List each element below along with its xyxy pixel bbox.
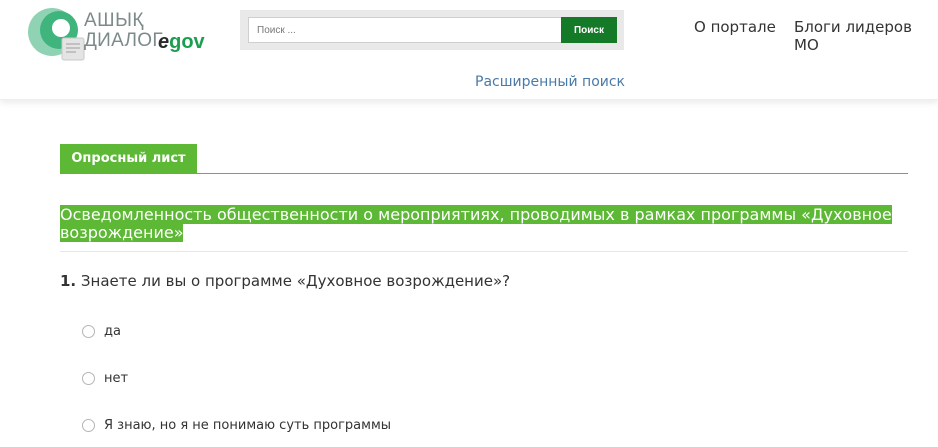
egov-logo: egov — [158, 31, 205, 54]
radio-button[interactable] — [82, 419, 95, 432]
question-number: 1. — [60, 272, 77, 290]
tab-underline — [60, 173, 908, 174]
answer-option-yes[interactable]: да — [82, 324, 121, 339]
egov-logo-e: e — [158, 31, 170, 53]
logo-text-line2: ДИАЛОГ — [84, 30, 163, 51]
tab-survey-sheet[interactable]: Опросный лист — [60, 144, 197, 174]
site-logo[interactable]: АШЫҚ ДИАЛОГ egov — [28, 4, 218, 62]
search-input[interactable] — [248, 17, 562, 43]
search-box: Поиск — [240, 10, 624, 50]
nav-item-about[interactable]: О портале — [694, 18, 776, 36]
answer-option-label: да — [104, 324, 121, 339]
search-button[interactable]: Поиск — [561, 17, 617, 43]
site-header: АШЫҚ ДИАЛОГ egov Поиск О портале Блоги л… — [0, 0, 938, 100]
question-1: 1. Знаете ли вы о программе «Духовное во… — [60, 272, 510, 290]
radio-button[interactable] — [82, 372, 95, 385]
title-divider — [60, 251, 908, 252]
advanced-search-link[interactable]: Расширенный поиск — [475, 74, 625, 90]
answer-option-know-but-unclear[interactable]: Я знаю, но я не понимаю суть программы — [82, 418, 391, 433]
answer-option-no[interactable]: нет — [82, 371, 128, 386]
question-text: Знаете ли вы о программе «Духовное возро… — [80, 272, 511, 290]
survey-title: Осведомленность общественности о меропри… — [60, 205, 910, 242]
logo-text-line1: АШЫҚ — [84, 10, 144, 31]
nav-item-blogs[interactable]: Блоги лидеров МО — [794, 18, 938, 54]
dialog-logo-icon — [28, 8, 85, 61]
answer-option-label: нет — [104, 371, 129, 386]
egov-logo-rest: gov — [169, 31, 205, 53]
radio-button[interactable] — [82, 325, 95, 338]
answer-option-label: Я знаю, но я не понимаю суть программы — [104, 418, 392, 433]
survey-title-text: Осведомленность общественности о меропри… — [60, 205, 892, 242]
